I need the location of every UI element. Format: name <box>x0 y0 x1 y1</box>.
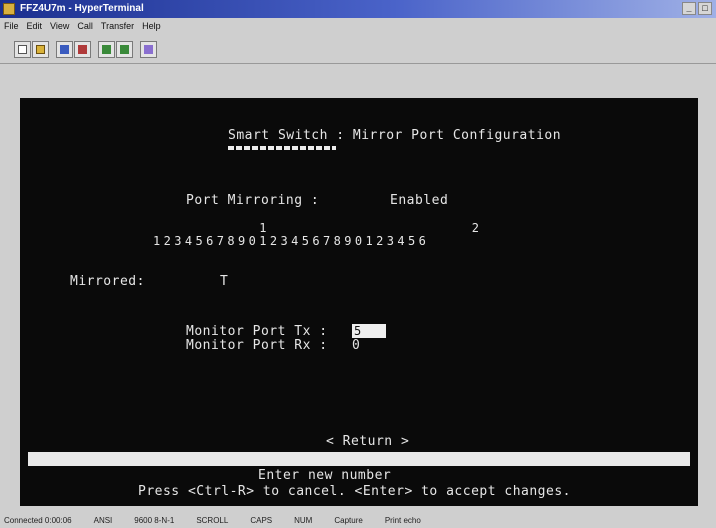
status-num: NUM <box>294 515 313 525</box>
return-button[interactable]: < Return > <box>326 434 409 449</box>
menu-help[interactable]: Help <box>142 21 161 31</box>
monitor-tx-label: Monitor Port Tx : <box>186 324 328 339</box>
highlight-bar <box>28 452 690 466</box>
properties-button[interactable] <box>140 41 157 58</box>
connect-button[interactable] <box>56 41 73 58</box>
window-title: FFZ4U7m - HyperTerminal <box>20 3 144 14</box>
menu-bar: File Edit View Call Transfer Help <box>0 18 716 34</box>
send-button[interactable] <box>98 41 115 58</box>
status-bar: Connected 0:00:06 ANSI 9600 8-N-1 SCROLL… <box>0 512 716 528</box>
status-emulation: ANSI <box>93 515 113 525</box>
status-port-settings: 9600 8-N-1 <box>134 515 175 525</box>
connect-icon <box>60 45 69 54</box>
menu-transfer[interactable]: Transfer <box>101 21 134 31</box>
port-units-row: 12345678901234567890123456 <box>153 234 430 248</box>
receive-button[interactable] <box>116 41 133 58</box>
status-capture: Capture <box>334 515 363 525</box>
status-connected: Connected 0:00:06 <box>4 515 72 525</box>
open-button[interactable] <box>32 41 49 58</box>
status-print-echo: Print echo <box>384 515 421 525</box>
monitor-rx-field[interactable]: 0 <box>352 338 360 353</box>
disconnect-button[interactable] <box>74 41 91 58</box>
menu-call[interactable]: Call <box>77 21 93 31</box>
mirrored-port-marker: T <box>220 274 229 289</box>
new-icon <box>18 45 27 54</box>
terminal-screen[interactable]: Smart Switch : Mirror Port Configuration… <box>20 98 698 506</box>
title-bar: FFZ4U7m - HyperTerminal _ □ <box>0 0 716 18</box>
new-connection-button[interactable] <box>14 41 31 58</box>
status-caps: CAPS <box>250 515 273 525</box>
screen-title: Smart Switch : Mirror Port Configuration <box>228 128 562 143</box>
receive-icon <box>120 45 129 54</box>
hyperterminal-app-icon <box>3 3 15 15</box>
help-line-2: Press <Ctrl-R> to cancel. <Enter> to acc… <box>138 484 571 499</box>
minimize-button[interactable]: _ <box>682 2 696 15</box>
port-tens-row: 1 2 <box>153 221 483 235</box>
port-mirroring-value[interactable]: Enabled <box>390 193 448 208</box>
mirrored-label: Mirrored: <box>70 274 145 289</box>
menu-file[interactable]: File <box>4 21 19 31</box>
properties-icon <box>144 45 153 54</box>
title-underline <box>228 146 336 150</box>
monitor-tx-field[interactable]: 5 <box>352 324 386 338</box>
help-line-1: Enter new number <box>258 468 392 483</box>
status-scroll: SCROLL <box>196 515 229 525</box>
maximize-button[interactable]: □ <box>698 2 712 15</box>
menu-view[interactable]: View <box>50 21 69 31</box>
hyperterminal-window: FFZ4U7m - HyperTerminal _ □ File Edit Vi… <box>0 0 716 528</box>
open-icon <box>36 45 45 54</box>
port-mirroring-label: Port Mirroring : <box>186 193 320 208</box>
menu-edit[interactable]: Edit <box>27 21 43 31</box>
send-icon <box>102 45 111 54</box>
disconnect-icon <box>78 45 87 54</box>
monitor-rx-label: Monitor Port Rx : <box>186 338 328 353</box>
toolbar <box>0 36 716 64</box>
window-controls: _ □ <box>682 2 712 15</box>
